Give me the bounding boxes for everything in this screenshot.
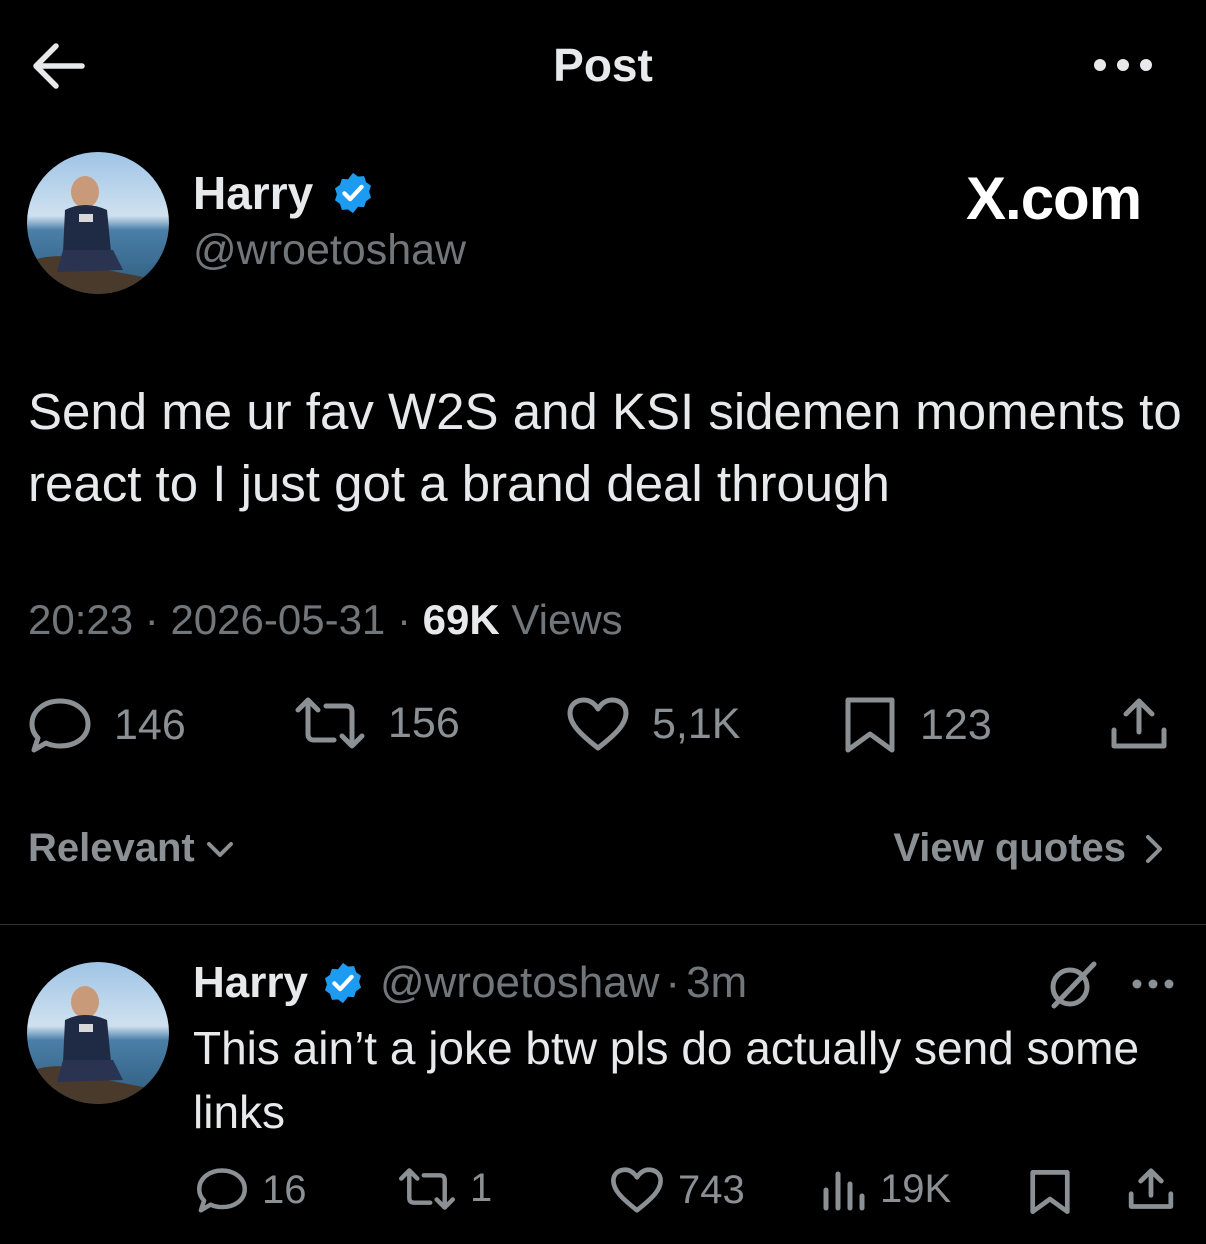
like-count: 5,1K [652,699,741,748]
reply-repost-count: 1 [470,1166,493,1210]
share-icon [1111,698,1167,749]
reply-more-options-button[interactable] [1130,974,1176,994]
post-meta: 20:23 · 2026-05-31 · 69K Views [28,596,623,644]
views-count: 69K [422,596,500,643]
avatar[interactable] [27,152,169,294]
post-text: Send me ur fav W2S and KSI sidemen momen… [28,383,1182,512]
reply-views-button[interactable]: 19K [820,1166,951,1212]
reply-text: This ain’t a joke btw pls do actually se… [193,1022,1140,1138]
chevron-right-icon [1146,834,1162,863]
heart-icon [611,1167,663,1213]
repost-icon [399,1167,455,1210]
divider [0,924,1206,925]
verified-badge-icon [324,962,361,1004]
bookmark-icon [1030,1170,1070,1214]
grok-icon[interactable] [1046,960,1100,1010]
verified-badge-icon [330,170,376,216]
reply-icon [29,698,91,753]
bookmark-count: 123 [920,700,992,749]
reply-reply-count: 16 [262,1167,307,1212]
more-horizontal-icon [1132,979,1174,989]
like-button[interactable]: 5,1K [566,696,740,752]
bookmark-icon [845,697,895,753]
separator: · [665,958,681,1007]
author-handle[interactable]: @wroetoshaw [193,226,466,275]
sort-label: Relevant [28,826,195,870]
reply-bookmark-button[interactable] [1028,1168,1086,1216]
watermark: X.com [966,165,1142,232]
reply-count: 146 [114,700,186,749]
repost-button[interactable]: 156 [294,696,460,750]
reply-like-count: 743 [678,1167,745,1212]
reply-like-button[interactable]: 743 [610,1166,745,1214]
separator: · [396,596,411,643]
separator: · [144,596,159,643]
more-options-button[interactable] [1090,50,1156,80]
reply-views-count: 19K [880,1166,952,1211]
more-horizontal-icon [1094,59,1152,71]
repost-icon [295,697,365,749]
post-date: 2026-05-31 [170,596,386,643]
reply-repost-button[interactable]: 1 [398,1166,492,1211]
page-title: Post [553,39,653,91]
views-label[interactable]: Views [511,596,622,643]
chevron-down-icon [206,841,233,857]
reply-author-handle[interactable]: @wroetoshaw [380,958,659,1008]
view-quotes-label: View quotes [893,826,1126,870]
reply-avatar[interactable] [27,962,169,1104]
heart-icon [567,697,629,751]
reply-reply-button[interactable]: 16 [196,1166,307,1214]
bookmark-button[interactable]: 123 [842,696,992,754]
reply-icon [197,1168,247,1213]
sort-dropdown[interactable]: Relevant [28,826,237,871]
reply-author-name[interactable]: Harry [193,958,308,1008]
reply-share-button[interactable] [1128,1166,1188,1212]
post-time: 20:23 [28,596,134,643]
reply-time: 3m [686,958,748,1007]
reply-button[interactable]: 146 [28,696,186,754]
share-icon [1128,1168,1174,1209]
analytics-icon [823,1171,865,1211]
view-quotes-link[interactable]: View quotes [893,826,1168,871]
reply-header: Harry @wroetoshaw · 3m [193,958,747,1008]
repost-count: 156 [388,698,460,747]
author-name[interactable]: Harry [193,166,313,220]
share-button[interactable] [1110,696,1190,752]
